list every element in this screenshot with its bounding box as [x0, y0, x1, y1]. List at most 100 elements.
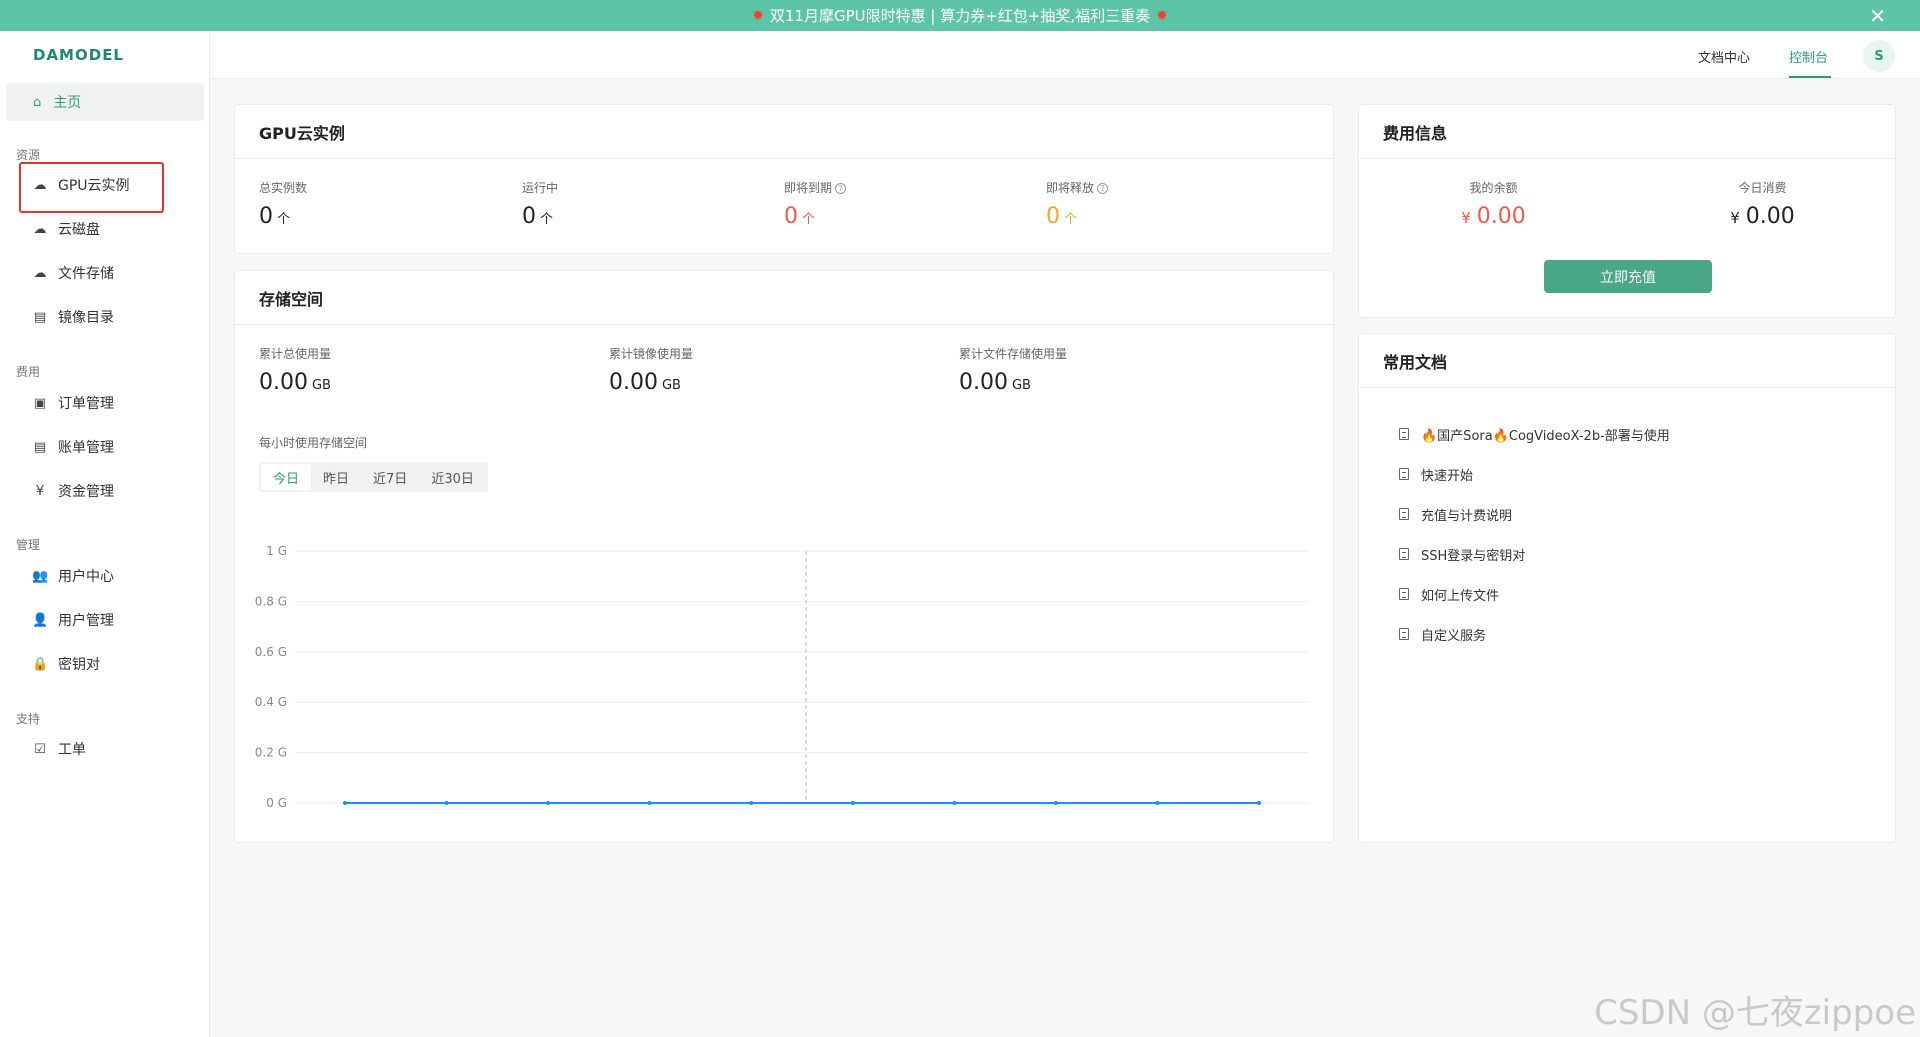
promo-banner-text[interactable]: 双11月摩GPU限时特惠 | 算力券+红包+抽奖,福利三重奏	[770, 5, 1150, 26]
stat-value: 0.00	[259, 370, 308, 395]
data-point[interactable]	[444, 801, 449, 805]
stat-expiring: 即将到期? 0个	[784, 179, 847, 229]
card-title: 存储空间	[235, 271, 1333, 325]
promo-banner[interactable]: ✸ 双11月摩GPU限时特惠 | 算力券+红包+抽奖,福利三重奏 ✸ ✕	[0, 0, 1920, 31]
close-icon[interactable]: ✕	[1869, 4, 1886, 28]
sidebar-item-label: 工单	[58, 742, 86, 758]
doc-title: 充值与计费说明	[1421, 508, 1513, 524]
stat-value: 0.00	[609, 370, 658, 395]
stat-unit: GB	[1011, 378, 1031, 393]
sidebar-item-cloud-disk[interactable]: ☁ 云磁盘	[32, 214, 101, 244]
doc-title: 自定义服务	[1421, 628, 1487, 644]
time-range-tabs: 今日 昨日 近7日 近30日	[259, 462, 488, 492]
data-point[interactable]	[749, 801, 754, 805]
data-point[interactable]	[1155, 801, 1160, 805]
sidebar-item-funds[interactable]: ¥ 资金管理	[32, 476, 114, 506]
sidebar-item-label: 用户中心	[58, 569, 114, 585]
today-spend-block: 今日消费 ¥0.00	[1628, 179, 1897, 229]
docs-center-link[interactable]: 文档中心	[1698, 47, 1750, 66]
stat-label: 累计镜像使用量	[609, 347, 694, 361]
sidebar-item-label: 账单管理	[58, 440, 114, 456]
bill-icon: ▤	[33, 439, 47, 455]
sidebar-item-home[interactable]: ⌂ 主页	[6, 83, 204, 121]
data-point[interactable]	[647, 801, 652, 805]
y-tick-label: 0.4 G	[255, 695, 287, 709]
help-icon[interactable]: ?	[835, 183, 847, 194]
data-point[interactable]	[952, 801, 957, 805]
doc-title: 如何上传文件	[1421, 588, 1500, 604]
card-title: 费用信息	[1359, 105, 1895, 159]
data-point[interactable]	[546, 801, 551, 805]
sidebar-item-label: 订单管理	[58, 396, 114, 412]
stat-total-instances: 总实例数 0个	[259, 179, 307, 229]
doc-link[interactable]: SSH登录与密钥对	[1399, 534, 1670, 574]
sidebar-item-user-management[interactable]: 👤 用户管理	[32, 605, 114, 635]
stat-label: 总实例数	[259, 181, 308, 195]
stat-file-usage: 累计文件存储使用量 0.00 GB	[959, 345, 1067, 395]
data-point[interactable]	[343, 801, 347, 805]
sidebar-item-keypair[interactable]: 🔒 密钥对	[32, 649, 100, 679]
image-icon: ▤	[33, 309, 47, 325]
section-title-resources: 资源	[16, 148, 41, 162]
fee-info-card: 费用信息 我的余额 ¥0.00 今日消费 ¥0.00 立即充值	[1358, 104, 1896, 318]
stat-unit: 个	[802, 212, 816, 227]
doc-link[interactable]: 自定义服务	[1399, 614, 1670, 654]
data-point[interactable]	[1053, 801, 1058, 805]
active-tab-indicator	[1789, 76, 1831, 78]
users-icon: 👥	[32, 568, 49, 584]
console-link[interactable]: 控制台	[1789, 47, 1828, 66]
docs-list: 🔥国产Sora🔥CogVideoX-2b-部署与使用 快速开始 充值与计费说明 …	[1399, 414, 1670, 654]
doc-link[interactable]: 如何上传文件	[1399, 574, 1670, 614]
data-point[interactable]	[850, 801, 855, 805]
recharge-button[interactable]: 立即充值	[1544, 260, 1712, 293]
sidebar-item-label: GPU云实例	[58, 178, 130, 194]
currency-symbol: ¥	[1730, 209, 1740, 227]
storage-card: 存储空间 累计总使用量 0.00 GB 累计镜像使用量 0.00 GB 累计文件存储…	[234, 270, 1334, 843]
stat-label: 即将到期	[784, 181, 833, 195]
logo[interactable]: DAMODEL	[0, 31, 209, 79]
stat-unit: 个	[540, 212, 554, 227]
yen-icon: ¥	[35, 483, 45, 499]
sidebar-item-ticket[interactable]: ☑ 工单	[32, 734, 86, 764]
sidebar-item-gpu-instances[interactable]: ☁ GPU云实例	[32, 170, 130, 200]
sidebar-item-bills[interactable]: ▤ 账单管理	[32, 432, 114, 462]
sidebar-item-orders[interactable]: ▣ 订单管理	[32, 388, 114, 418]
doc-link[interactable]: 充值与计费说明	[1399, 494, 1670, 534]
doc-link[interactable]: 快速开始	[1399, 454, 1670, 494]
stat-unit: 个	[277, 212, 291, 227]
stat-running: 运行中 0个	[522, 179, 558, 229]
today-spend-label: 今日消费	[1738, 181, 1787, 195]
stat-unit: GB	[661, 378, 681, 393]
home-icon: ⌂	[33, 94, 42, 110]
stat-value: 0	[1046, 204, 1060, 229]
document-icon	[1399, 548, 1409, 560]
today-spend-value: 0.00	[1745, 204, 1795, 229]
tab-yesterday[interactable]: 昨日	[311, 464, 361, 490]
gpu-instances-card: GPU云实例 总实例数 0个 运行中 0个 即将到期? 0个 即将释放? 0个	[234, 104, 1334, 254]
stat-value: 0	[259, 204, 273, 229]
stat-value: 0.00	[959, 370, 1008, 395]
tab-today[interactable]: 今日	[261, 464, 312, 490]
hourly-usage-label: 每小时使用存储空间	[259, 436, 368, 450]
y-tick-label: 1 G	[266, 544, 287, 558]
help-icon[interactable]: ?	[1097, 183, 1109, 194]
top-header: 文档中心 控制台 S	[210, 31, 1920, 79]
sidebar-item-file-storage[interactable]: ☁ 文件存储	[32, 258, 115, 288]
section-title-support: 支持	[16, 712, 41, 726]
avatar[interactable]: S	[1863, 40, 1895, 72]
stat-label: 运行中	[522, 181, 559, 195]
sidebar-item-image-catalog[interactable]: ▤ 镜像目录	[32, 302, 114, 332]
tab-last-30-days[interactable]: 近30日	[419, 464, 486, 490]
balance-block: 我的余额 ¥0.00	[1359, 179, 1628, 229]
cloud-upload-icon: ☁	[33, 265, 47, 281]
balance-label: 我的余额	[1469, 181, 1518, 195]
stat-label: 即将释放	[1046, 181, 1095, 195]
user-icon: 👤	[32, 612, 49, 628]
doc-link[interactable]: 🔥国产Sora🔥CogVideoX-2b-部署与使用	[1399, 414, 1670, 454]
section-title-billing: 费用	[16, 365, 41, 379]
doc-title: SSH登录与密钥对	[1421, 548, 1526, 564]
sidebar-item-user-center[interactable]: 👥 用户中心	[32, 561, 114, 591]
sidebar-item-label: 云磁盘	[58, 222, 100, 238]
tab-last-7-days[interactable]: 近7日	[361, 464, 419, 490]
data-point[interactable]	[1257, 801, 1261, 805]
